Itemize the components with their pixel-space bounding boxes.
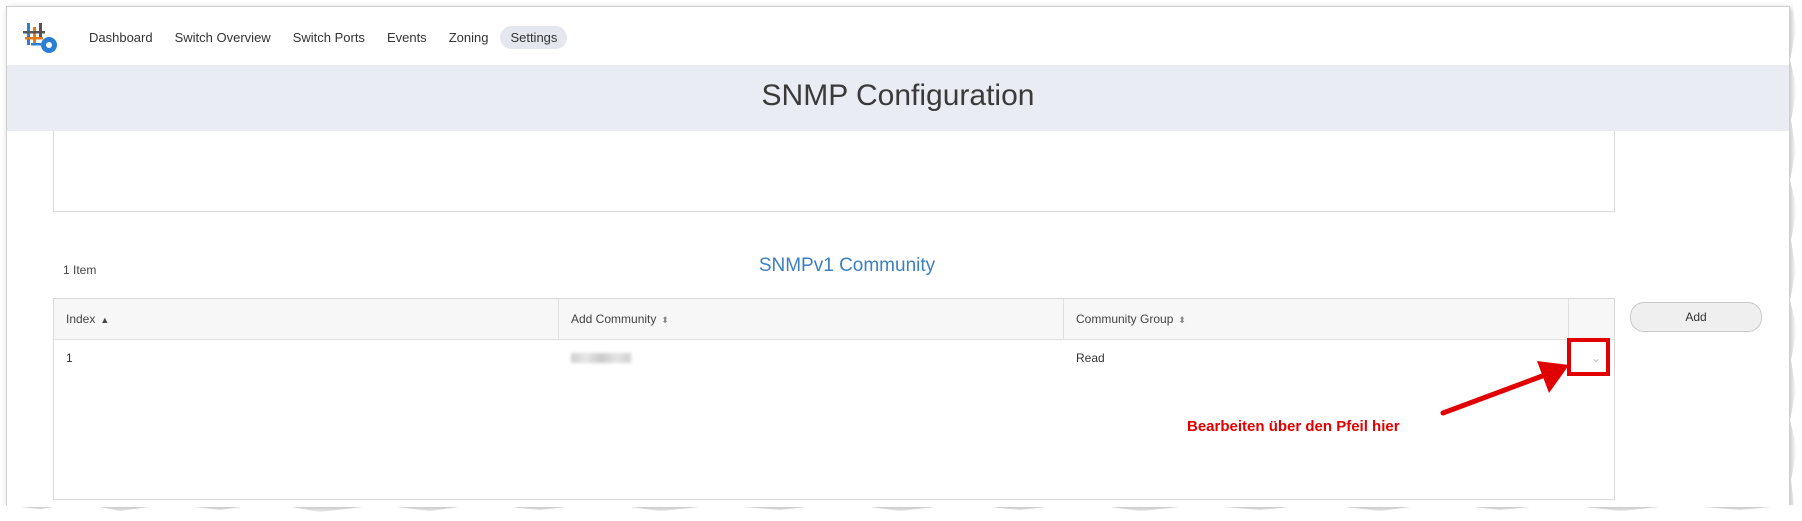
sort-icon: ⬍ xyxy=(661,315,669,325)
sort-icon: ⬍ xyxy=(1178,315,1186,325)
page-title: SNMP Configuration xyxy=(761,79,1035,112)
community-table: Index ▲ Add Community ⬍ Community Group ⬍ 1… xyxy=(53,298,1615,500)
add-button[interactable]: Add xyxy=(1630,302,1762,332)
column-header-index[interactable]: Index ▲ xyxy=(54,299,559,339)
column-header-actions xyxy=(1569,299,1614,339)
app-window: Dashboard Switch Overview Switch Ports E… xyxy=(6,6,1790,508)
top-nav: Dashboard Switch Overview Switch Ports E… xyxy=(7,7,1789,65)
nav-events[interactable]: Events xyxy=(377,26,437,49)
column-header-community[interactable]: Add Community ⬍ xyxy=(559,299,1064,339)
nav-settings[interactable]: Settings xyxy=(500,26,568,49)
app-logo-icon xyxy=(23,23,57,53)
nav-zoning[interactable]: Zoning xyxy=(439,26,499,49)
nav-menu: Dashboard Switch Overview Switch Ports E… xyxy=(79,26,569,49)
section-title: SNMPv1 Community xyxy=(758,255,936,276)
previous-section-panel xyxy=(53,131,1615,212)
blurred-community-value xyxy=(571,353,631,363)
item-count: 1 Item xyxy=(63,263,97,277)
nav-switch-ports[interactable]: Switch Ports xyxy=(283,26,375,49)
nav-dashboard[interactable]: Dashboard xyxy=(79,26,163,49)
nav-switch-overview[interactable]: Switch Overview xyxy=(165,26,281,49)
torn-edge-right xyxy=(1790,0,1802,521)
cell-index: 1 xyxy=(66,351,73,365)
annotation-text: Bearbeiten über den Pfeil hier xyxy=(1187,418,1400,435)
page-header: SNMP Configuration xyxy=(7,65,1789,131)
torn-edge-bottom xyxy=(0,503,1802,521)
table-row: 1 Read ⌄ xyxy=(54,339,1614,377)
sort-ascending-icon: ▲ xyxy=(100,315,110,325)
column-header-group[interactable]: Community Group ⬍ xyxy=(1064,299,1569,339)
cell-community xyxy=(559,339,1064,377)
annotation-arrow-icon xyxy=(1440,361,1569,416)
table-header: Index ▲ Add Community ⬍ Community Group ⬍ xyxy=(54,299,1614,340)
